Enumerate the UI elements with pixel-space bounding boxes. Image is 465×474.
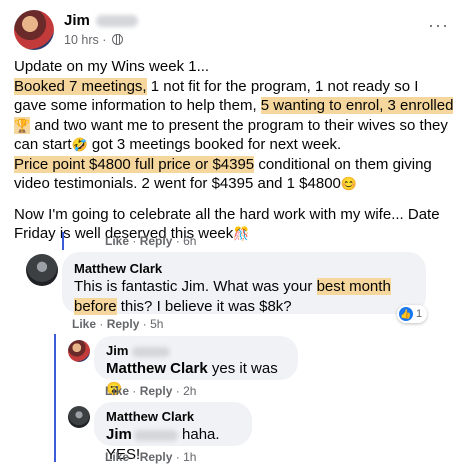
post-paragraph-2: Now I'm going to celebrate all the hard … — [14, 205, 454, 244]
reply-button[interactable]: Reply — [140, 384, 173, 398]
commenter-name[interactable]: Matthew Clark — [74, 260, 414, 277]
like-button[interactable]: Like — [72, 317, 96, 331]
mention-first-name[interactable]: Jim — [106, 426, 132, 443]
commenter-avatar[interactable] — [26, 254, 58, 286]
post-body: Update on my Wins week 1... Booked 7 mee… — [14, 57, 454, 255]
separator: · — [175, 234, 180, 248]
replier-first-name[interactable]: Jim — [106, 343, 128, 358]
reply-actions: Like · Reply · 2h — [105, 384, 196, 398]
separator: · — [175, 384, 180, 398]
author-avatar[interactable] — [14, 10, 54, 50]
replier-avatar[interactable] — [68, 406, 90, 428]
like-button[interactable]: Like — [105, 384, 129, 398]
comment-text-part: This is fantastic Jim. What was your — [74, 278, 317, 295]
mention-link[interactable]: Jim — [106, 426, 178, 443]
highlight: Booked 7 meetings, — [14, 77, 147, 95]
post-text: got 3 meetings booked for next week. — [87, 136, 342, 153]
reply-bubble: Matthew Clark Jim haha. YES! — [94, 402, 252, 463]
highlight: Price point $4800 full price or $4395 — [14, 155, 255, 173]
timestamp[interactable]: 1h — [183, 450, 196, 464]
redacted-surname — [133, 429, 178, 441]
confetti-icon: 🎊 — [233, 226, 250, 241]
separator: · — [99, 317, 104, 331]
highlight-text: 5 wanting to enrol, 3 enrolled — [260, 97, 454, 114]
post-paragraph-1: Update on my Wins week 1... Booked 7 mee… — [14, 57, 454, 194]
meta-separator: · — [102, 33, 107, 47]
mention-link[interactable]: Matthew Clark — [106, 360, 208, 377]
reply-actions: Like · Reply · 1h — [105, 450, 196, 464]
separator: · — [142, 317, 147, 331]
reply-thread-line — [54, 334, 56, 462]
separator: · — [175, 450, 180, 464]
timestamp[interactable]: 5h — [150, 317, 163, 331]
post-time[interactable]: 10 hrs — [64, 33, 99, 47]
replier-avatar[interactable] — [68, 340, 90, 362]
replier-name[interactable]: Matthew Clark — [106, 408, 240, 425]
thumbs-up-icon: 👍 — [399, 307, 413, 321]
comment-text: This is fantastic Jim. What was your bes… — [74, 277, 414, 316]
trophy-icon: 🏆 — [14, 117, 31, 133]
post-author[interactable]: Jim — [64, 12, 138, 29]
comment-text-part: this? I believe it was $8k? — [116, 297, 292, 315]
reply-button[interactable]: Reply — [140, 234, 173, 248]
reply-button[interactable]: Reply — [140, 450, 173, 464]
post-actions: Like · Reply · 6h — [105, 234, 196, 248]
comment-actions: Like · Reply · 5h — [72, 317, 163, 331]
redacted-surname — [132, 346, 171, 357]
reply-bubble: Jim Matthew Clark yes it was 😮 — [94, 336, 298, 395]
post-meta: 10 hrs · — [64, 33, 123, 47]
replier-name[interactable]: Jim — [106, 342, 286, 359]
laughing-emoji-icon: 🤣 — [71, 137, 88, 152]
separator: · — [132, 384, 137, 398]
timestamp[interactable]: 2h — [183, 384, 196, 398]
timestamp[interactable]: 6h — [183, 234, 196, 248]
separator: · — [132, 234, 137, 248]
comment-bubble: Matthew Clark This is fantastic Jim. Wha… — [62, 252, 426, 316]
globe-icon — [111, 34, 123, 45]
reaction-count[interactable]: 👍 1 — [397, 305, 428, 323]
reply-text-part: yes it was — [207, 360, 278, 377]
reaction-number: 1 — [416, 308, 423, 320]
post-text: Update on my Wins week 1... — [14, 58, 210, 75]
separator: · — [132, 450, 137, 464]
like-button[interactable]: Like — [105, 450, 129, 464]
smile-emoji-icon: 😊 — [340, 176, 358, 191]
reply-button[interactable]: Reply — [107, 317, 140, 331]
more-options-icon[interactable]: ··· — [428, 16, 449, 34]
author-name[interactable]: Jim — [64, 12, 90, 29]
redacted-surname — [95, 15, 138, 28]
like-button[interactable]: Like — [105, 234, 129, 248]
thread-line — [62, 232, 64, 250]
post-text: Now I'm going to celebrate all the hard … — [14, 205, 440, 243]
